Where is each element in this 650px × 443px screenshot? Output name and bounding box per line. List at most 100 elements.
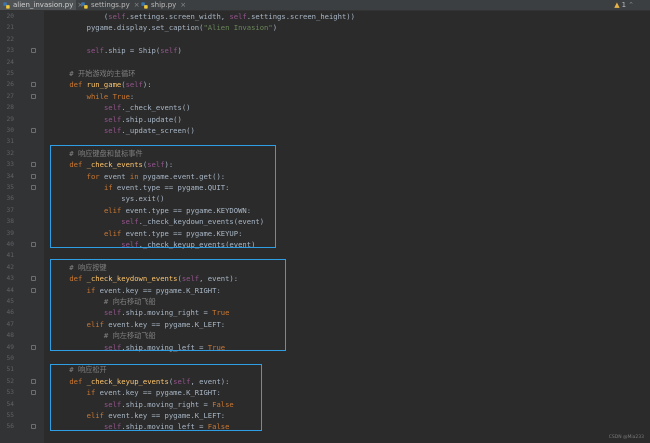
fold-marker-icon[interactable] <box>31 185 36 190</box>
fold-marker-icon[interactable] <box>31 173 36 179</box>
fold-marker-icon[interactable] <box>31 287 36 293</box>
fold-marker-icon[interactable] <box>31 424 36 430</box>
code-line[interactable]: 23 self.ship = Ship(self) <box>0 45 650 56</box>
code-line[interactable]: 32 # 响应键盘和鼠标事件 <box>0 148 650 159</box>
code-text: # 开始游戏的主循环 <box>52 68 135 79</box>
code-line[interactable]: 55 elif event.key == pygame.K_LEFT: <box>0 410 650 421</box>
code-token: ._check_keydown_events(event) <box>138 217 265 227</box>
chevron-up-icon[interactable]: ⌃ <box>628 1 634 9</box>
tab-alien-invasion[interactable]: alien_invasion.py × <box>0 0 83 10</box>
fold-marker-icon[interactable] <box>31 276 36 282</box>
code-line[interactable]: 47 elif event.key == pygame.K_LEFT: <box>0 319 650 330</box>
fold-marker-icon[interactable] <box>31 93 36 99</box>
code-line[interactable]: 33 def _check_events(self): <box>0 159 650 170</box>
code-token: ._update_screen() <box>121 126 195 135</box>
close-icon[interactable]: × <box>180 1 186 9</box>
code-line[interactable]: 35 if event.type == pygame.QUIT: <box>0 182 650 193</box>
code-text: if event.type == pygame.QUIT: <box>52 182 230 193</box>
code-line[interactable]: 48 # 向左移动飞船 <box>0 330 650 341</box>
code-token: .ship.moving_right = <box>121 399 213 409</box>
code-line[interactable]: 37 elif event.type == pygame.KEYDOWN: <box>0 205 650 216</box>
line-number: 34 <box>6 172 14 180</box>
code-token: event <box>103 171 130 181</box>
line-number: 21 <box>6 24 14 32</box>
tab-ship[interactable]: ship.py × <box>138 0 186 10</box>
code-line[interactable]: 26 def run_game(self): <box>0 79 650 90</box>
code-line[interactable]: 24 <box>0 57 650 68</box>
code-line[interactable]: 29 self.ship.update() <box>0 114 650 125</box>
fold-marker-icon[interactable] <box>31 82 36 88</box>
code-token: ) <box>177 46 182 56</box>
code-line[interactable]: 40 self._check_keyup_events(event) <box>0 239 650 250</box>
code-line[interactable]: 21 pygame.display.set_caption("Alien Inv… <box>0 22 650 33</box>
code-token: def <box>69 274 87 284</box>
code-line[interactable]: 31 <box>0 136 650 147</box>
code-token: ._check_events() <box>121 103 191 113</box>
code-token: pygame.display.set_caption( <box>52 23 204 33</box>
code-line[interactable]: 43 def _check_keydown_events(self, event… <box>0 273 650 284</box>
line-number: 32 <box>6 149 14 157</box>
code-token: elif <box>103 228 126 238</box>
python-file-icon <box>141 1 148 9</box>
code-text: sys.exit() <box>52 193 165 204</box>
code-token: # 响应键盘和鼠标事件 <box>52 148 143 158</box>
python-file-icon <box>81 1 88 9</box>
code-line[interactable]: 54 self.ship.moving_right = False <box>0 399 650 410</box>
code-line[interactable]: 30 self._update_screen() <box>0 125 650 136</box>
fold-marker-icon[interactable] <box>31 128 36 133</box>
code-line[interactable]: 41 <box>0 250 650 261</box>
code-token: .ship.update() <box>121 114 182 124</box>
code-text: (self.settings.screen_width, self.settin… <box>52 11 355 22</box>
code-line[interactable]: 36 sys.exit() <box>0 193 650 204</box>
line-number: 44 <box>6 286 14 294</box>
code-line[interactable]: 27 while True: <box>0 91 650 102</box>
code-text: self._check_events() <box>52 102 191 113</box>
code-line[interactable]: 51 # 响应松开 <box>0 364 650 375</box>
line-number: 20 <box>6 13 14 20</box>
fold-marker-icon[interactable] <box>31 344 36 350</box>
code-text: elif event.key == pygame.K_LEFT: <box>52 410 225 421</box>
fold-marker-icon[interactable] <box>31 378 36 384</box>
code-token: elif <box>103 205 126 215</box>
code-line[interactable]: 52 def _check_keyup_events(self, event): <box>0 376 650 387</box>
tab-settings[interactable]: settings.py × <box>78 0 140 10</box>
code-line[interactable]: 50 <box>0 353 650 364</box>
code-line[interactable]: 34 for event in pygame.event.get(): <box>0 171 650 182</box>
fold-marker-icon[interactable] <box>31 242 36 247</box>
code-line[interactable]: 22 <box>0 34 650 45</box>
code-line[interactable]: 53 if event.key == pygame.K_RIGHT: <box>0 387 650 398</box>
code-token: event.type == pygame.KEYUP: <box>125 228 243 238</box>
code-token: sys.exit() <box>52 194 165 204</box>
fold-marker-icon[interactable] <box>31 162 36 168</box>
code-token: for <box>86 171 104 181</box>
inspection-widget[interactable]: ▲ 1 ⌃ <box>614 1 634 9</box>
code-line[interactable]: 28 self._check_events() <box>0 102 650 113</box>
line-number: 41 <box>6 252 14 260</box>
code-line[interactable]: 39 elif event.type == pygame.KEYUP: <box>0 228 650 239</box>
code-token: self <box>121 217 139 227</box>
code-line[interactable]: 46 self.ship.moving_right = True <box>0 307 650 318</box>
code-line[interactable]: 42 # 响应按键 <box>0 262 650 273</box>
code-line[interactable]: 38 self._check_keydown_events(event) <box>0 216 650 227</box>
code-text: # 向左移动飞船 <box>52 330 156 341</box>
code-line[interactable]: 44 if event.key == pygame.K_RIGHT: <box>0 285 650 296</box>
line-number: 35 <box>6 184 14 191</box>
code-token: self <box>86 46 104 56</box>
fold-marker-icon[interactable] <box>31 390 36 396</box>
code-line[interactable]: 45 # 向右移动飞船 <box>0 296 650 307</box>
code-line[interactable]: 20 (self.settings.screen_width, self.set… <box>0 11 650 22</box>
line-number: 39 <box>6 229 14 237</box>
code-line[interactable]: 56 self.ship.moving_left = False <box>0 421 650 432</box>
code-token: run_game <box>86 80 122 90</box>
code-line[interactable]: 49 self.ship.moving_left = True <box>0 342 650 353</box>
fold-marker-icon[interactable] <box>31 48 36 54</box>
code-line[interactable]: 25 # 开始游戏的主循环 <box>0 68 650 79</box>
